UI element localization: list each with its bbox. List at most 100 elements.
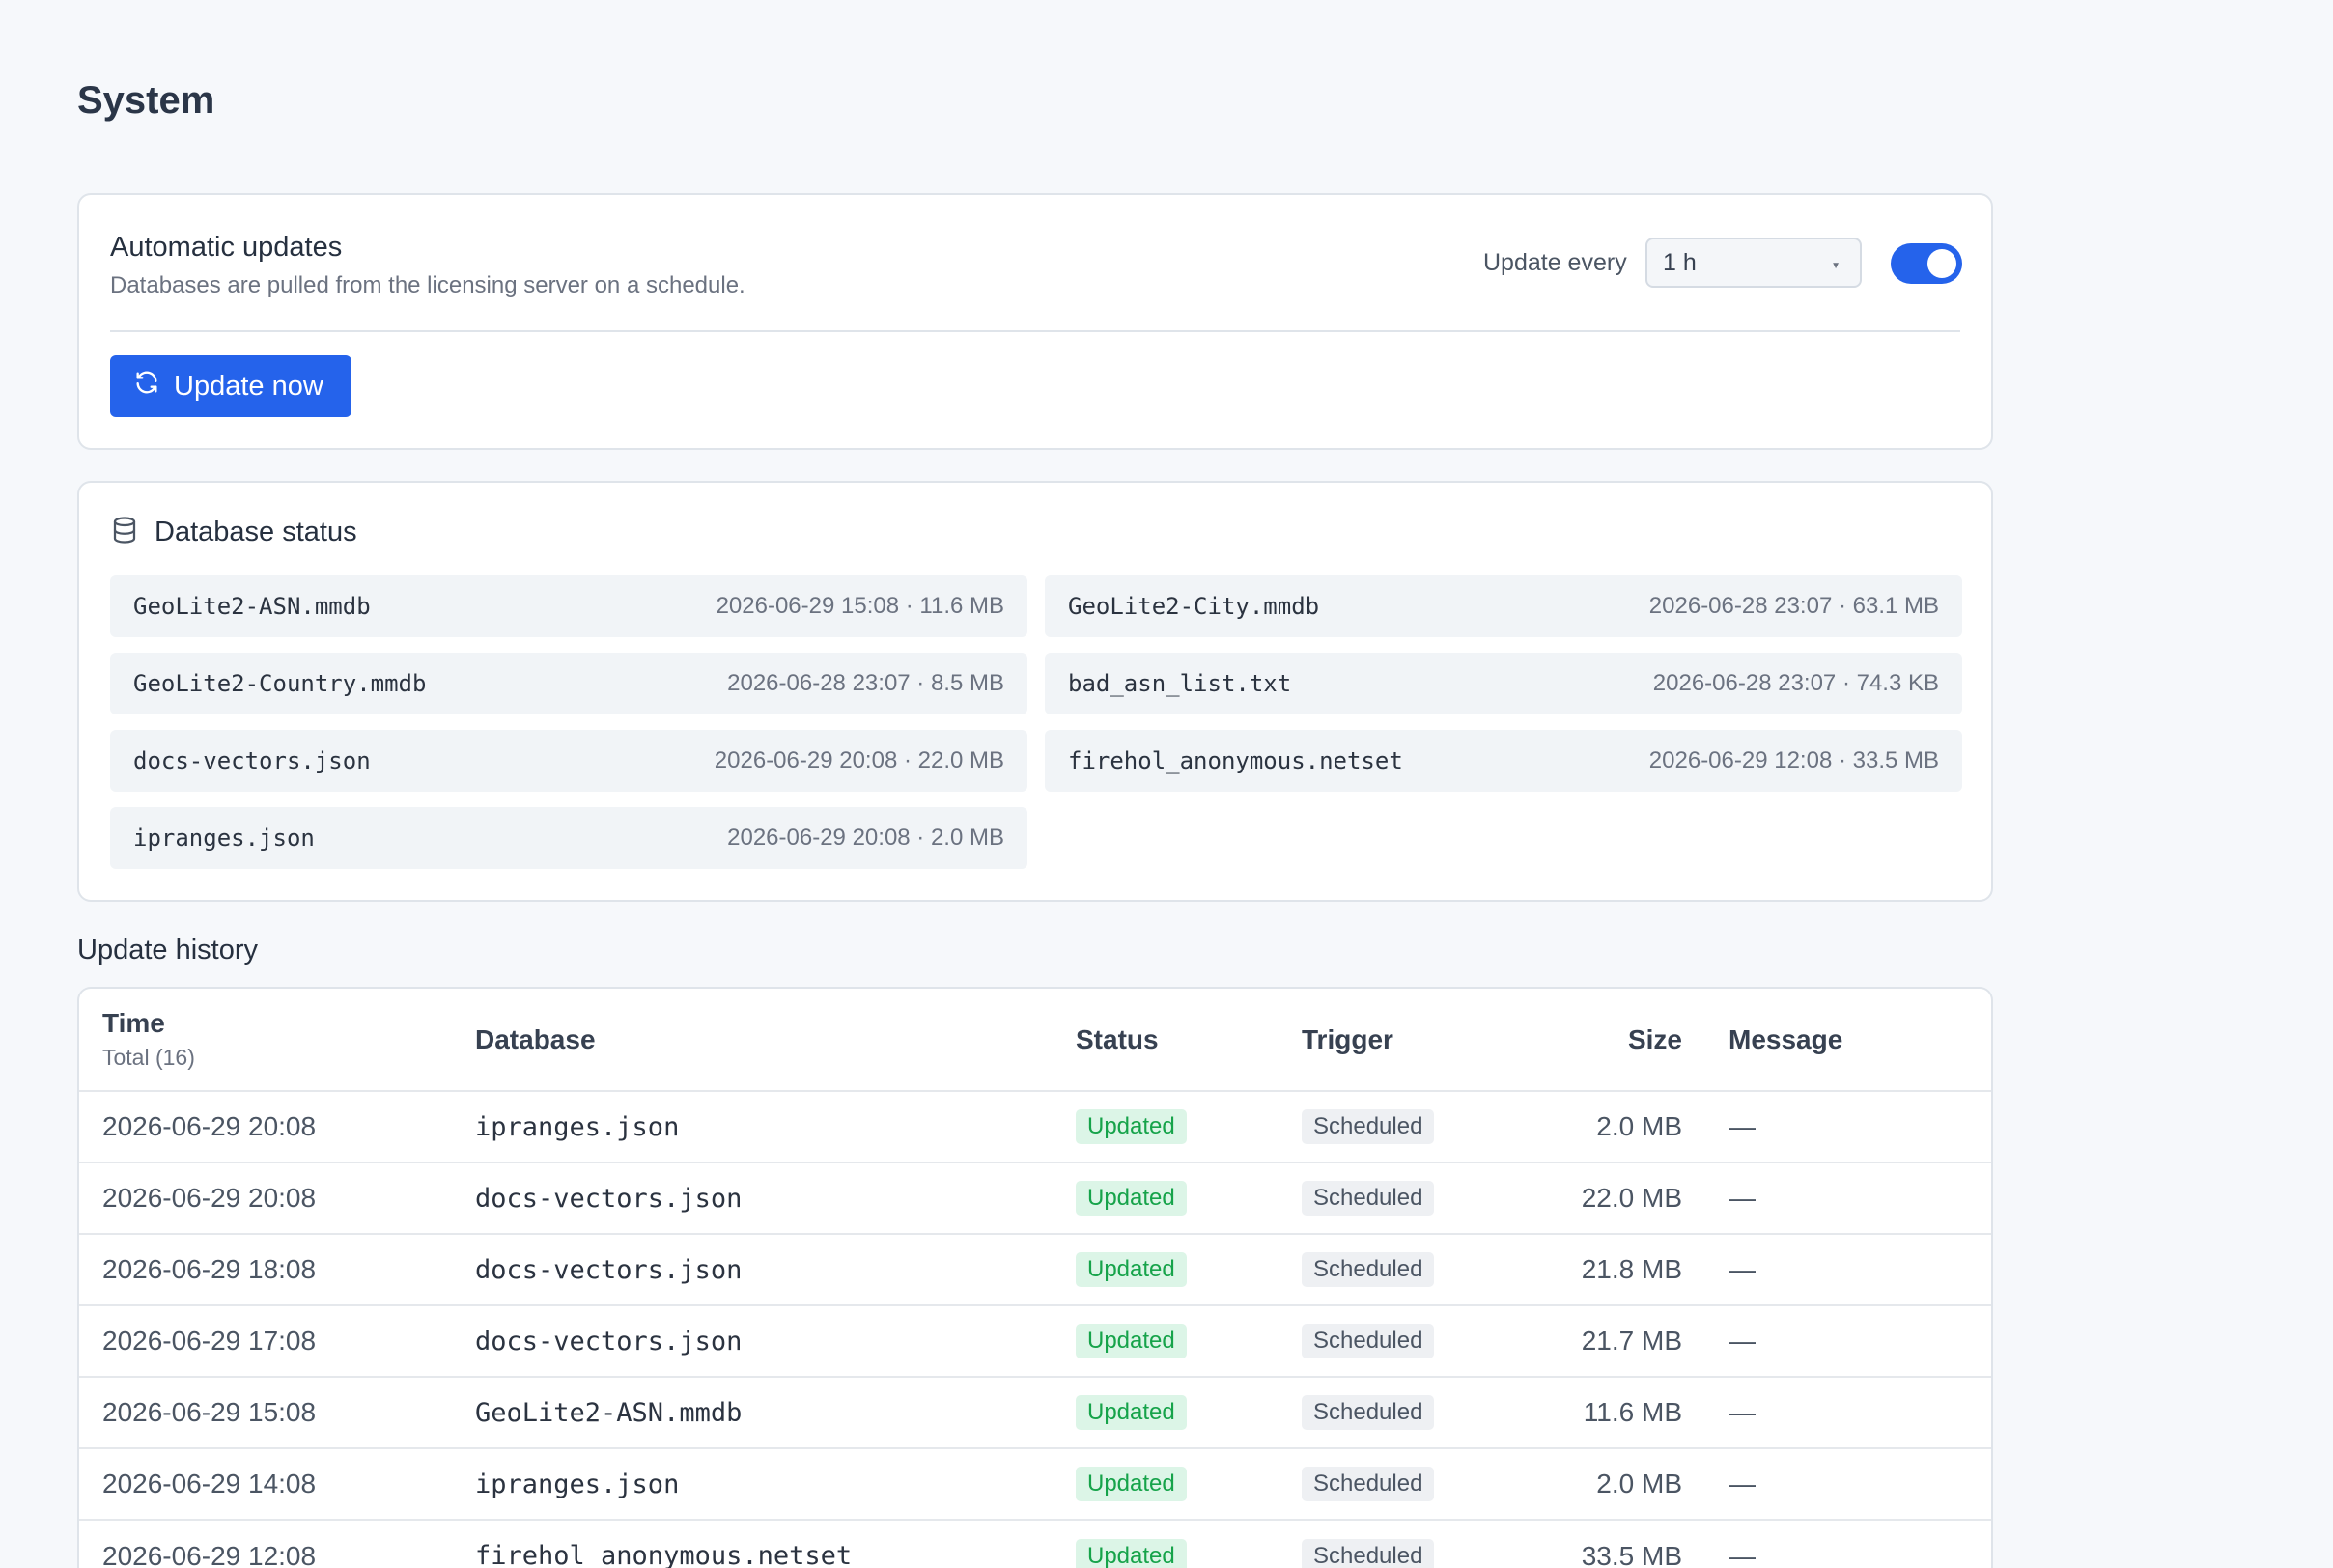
database-name: docs-vectors.json	[133, 747, 371, 774]
database-meta: 2026-06-29 20:08 · 2.0 MB	[727, 825, 1004, 851]
trigger-badge: Scheduled	[1302, 1538, 1435, 1568]
database-status-header: Database status	[110, 516, 357, 549]
system-page: System Automatic updates Databases are p…	[0, 0, 2333, 1568]
database-meta: 2026-06-29 20:08 · 22.0 MB	[714, 747, 1004, 773]
database-status-item: firehol_anonymous.netset 2026-06-29 12:0…	[1045, 730, 1962, 792]
database-status-item: GeoLite2-ASN.mmdb 2026-06-29 15:08 · 11.…	[110, 575, 1027, 637]
update-interval-select[interactable]: 1 h ▼	[1645, 238, 1862, 288]
database-name: firehol_anonymous.netset	[1068, 747, 1403, 774]
update-interval-value: 1 h	[1663, 248, 1697, 276]
column-header-trigger[interactable]: Trigger	[1302, 989, 1524, 1091]
cell-time: 2026-06-29 17:08	[102, 1326, 317, 1356]
cell-trigger: Scheduled	[1302, 1305, 1524, 1377]
update-now-label: Update now	[174, 370, 323, 402]
divider	[110, 330, 1960, 332]
cell-message: —	[1729, 1183, 1756, 1213]
trigger-badge: Scheduled	[1302, 1467, 1435, 1501]
cell-status: Updated	[1076, 1448, 1302, 1520]
status-badge: Updated	[1076, 1324, 1187, 1358]
update-history-title: Update history	[77, 935, 258, 966]
cell-time: 2026-06-29 14:08	[102, 1469, 317, 1498]
total-count: Total (16)	[102, 1045, 195, 1070]
cell-message: —	[1729, 1111, 1756, 1141]
column-header-status[interactable]: Status	[1076, 989, 1302, 1091]
cell-status: Updated	[1076, 1162, 1302, 1234]
trigger-badge: Scheduled	[1302, 1181, 1435, 1216]
status-badge: Updated	[1076, 1538, 1187, 1568]
automatic-updates-card: Automatic updates Databases are pulled f…	[77, 193, 1993, 450]
cell-time: 2026-06-29 12:08	[102, 1540, 317, 1568]
table-row: 2026-06-29 18:08 docs-vectors.json Updat…	[79, 1234, 1991, 1305]
cell-trigger: Scheduled	[1302, 1234, 1524, 1305]
cell-trigger: Scheduled	[1302, 1091, 1524, 1162]
table-row: 2026-06-29 14:08 ipranges.json Updated S…	[79, 1448, 1991, 1520]
database-name: bad_asn_list.txt	[1068, 670, 1292, 697]
cell-size: 21.7 MB	[1581, 1326, 1682, 1356]
cell-trigger: Scheduled	[1302, 1377, 1524, 1448]
cell-database: firehol_anonymous.netset	[475, 1541, 853, 1568]
status-badge: Updated	[1076, 1181, 1187, 1216]
automatic-updates-toggle[interactable]	[1891, 243, 1962, 284]
status-badge: Updated	[1076, 1395, 1187, 1430]
table-row: 2026-06-29 12:08 firehol_anonymous.netse…	[79, 1520, 1991, 1568]
cell-database: GeoLite2-ASN.mmdb	[475, 1397, 743, 1428]
table-row: 2026-06-29 17:08 docs-vectors.json Updat…	[79, 1305, 1991, 1377]
automatic-updates-subtitle: Databases are pulled from the licensing …	[110, 272, 745, 298]
status-badge: Updated	[1076, 1109, 1187, 1144]
database-name: GeoLite2-Country.mmdb	[133, 670, 427, 697]
cell-status: Updated	[1076, 1305, 1302, 1377]
database-status-item: bad_asn_list.txt 2026-06-28 23:07 · 74.3…	[1045, 653, 1962, 714]
cell-database: docs-vectors.json	[475, 1183, 743, 1214]
cell-trigger: Scheduled	[1302, 1448, 1524, 1520]
database-status-item: GeoLite2-Country.mmdb 2026-06-28 23:07 ·…	[110, 653, 1027, 714]
database-meta: 2026-06-28 23:07 · 74.3 KB	[1652, 670, 1939, 696]
column-header-time[interactable]: Time Total (16)	[79, 989, 475, 1091]
cell-trigger: Scheduled	[1302, 1162, 1524, 1234]
trigger-badge: Scheduled	[1302, 1324, 1435, 1358]
update-now-button[interactable]: Update now	[110, 355, 351, 417]
cell-database: docs-vectors.json	[475, 1254, 743, 1285]
cell-message: —	[1729, 1254, 1756, 1284]
database-status-item: ipranges.json 2026-06-29 20:08 · 2.0 MB	[110, 807, 1027, 869]
cell-size: 2.0 MB	[1596, 1111, 1682, 1141]
database-meta: 2026-06-28 23:07 · 63.1 MB	[1648, 593, 1939, 619]
database-name: ipranges.json	[133, 825, 315, 852]
cell-size: 11.6 MB	[1583, 1397, 1682, 1427]
trigger-badge: Scheduled	[1302, 1395, 1435, 1430]
status-badge: Updated	[1076, 1467, 1187, 1501]
database-name: GeoLite2-ASN.mmdb	[133, 593, 371, 620]
update-interval-label: Update every	[1483, 249, 1627, 276]
trigger-badge: Scheduled	[1302, 1109, 1435, 1144]
cell-time: 2026-06-29 20:08	[102, 1183, 317, 1213]
update-history-table: Time Total (16) Database Status Trigger …	[77, 987, 1993, 1568]
trigger-badge: Scheduled	[1302, 1252, 1435, 1287]
database-icon	[110, 516, 139, 549]
cell-size: 21.8 MB	[1581, 1254, 1682, 1284]
table-row: 2026-06-29 15:08 GeoLite2-ASN.mmdb Updat…	[79, 1377, 1991, 1448]
table-row: 2026-06-29 20:08 docs-vectors.json Updat…	[79, 1162, 1991, 1234]
cell-status: Updated	[1076, 1520, 1302, 1568]
page-title: System	[77, 79, 215, 122]
toggle-knob	[1927, 249, 1956, 278]
cell-size: 22.0 MB	[1581, 1183, 1682, 1213]
cell-time: 2026-06-29 18:08	[102, 1254, 317, 1284]
database-status-item: docs-vectors.json 2026-06-29 20:08 · 22.…	[110, 730, 1027, 792]
chevron-down-icon: ▼	[1831, 261, 1841, 271]
cell-database: ipranges.json	[475, 1469, 680, 1499]
cell-status: Updated	[1076, 1377, 1302, 1448]
database-status-card: Database status GeoLite2-ASN.mmdb 2026-0…	[77, 481, 1993, 902]
column-header-size[interactable]: Size	[1524, 989, 1682, 1091]
cell-database: docs-vectors.json	[475, 1326, 743, 1357]
cell-message: —	[1729, 1540, 1756, 1568]
cell-time: 2026-06-29 15:08	[102, 1397, 317, 1427]
automatic-updates-title: Automatic updates	[110, 232, 343, 263]
database-status-title: Database status	[155, 517, 357, 547]
table-header-row: Time Total (16) Database Status Trigger …	[79, 989, 1991, 1091]
cell-message: —	[1729, 1326, 1756, 1356]
database-meta: 2026-06-28 23:07 · 8.5 MB	[727, 670, 1004, 696]
database-meta: 2026-06-29 12:08 · 33.5 MB	[1648, 747, 1939, 773]
cell-status: Updated	[1076, 1234, 1302, 1305]
cell-message: —	[1729, 1469, 1756, 1498]
column-header-message[interactable]: Message	[1682, 989, 1991, 1091]
column-header-database[interactable]: Database	[475, 989, 1076, 1091]
